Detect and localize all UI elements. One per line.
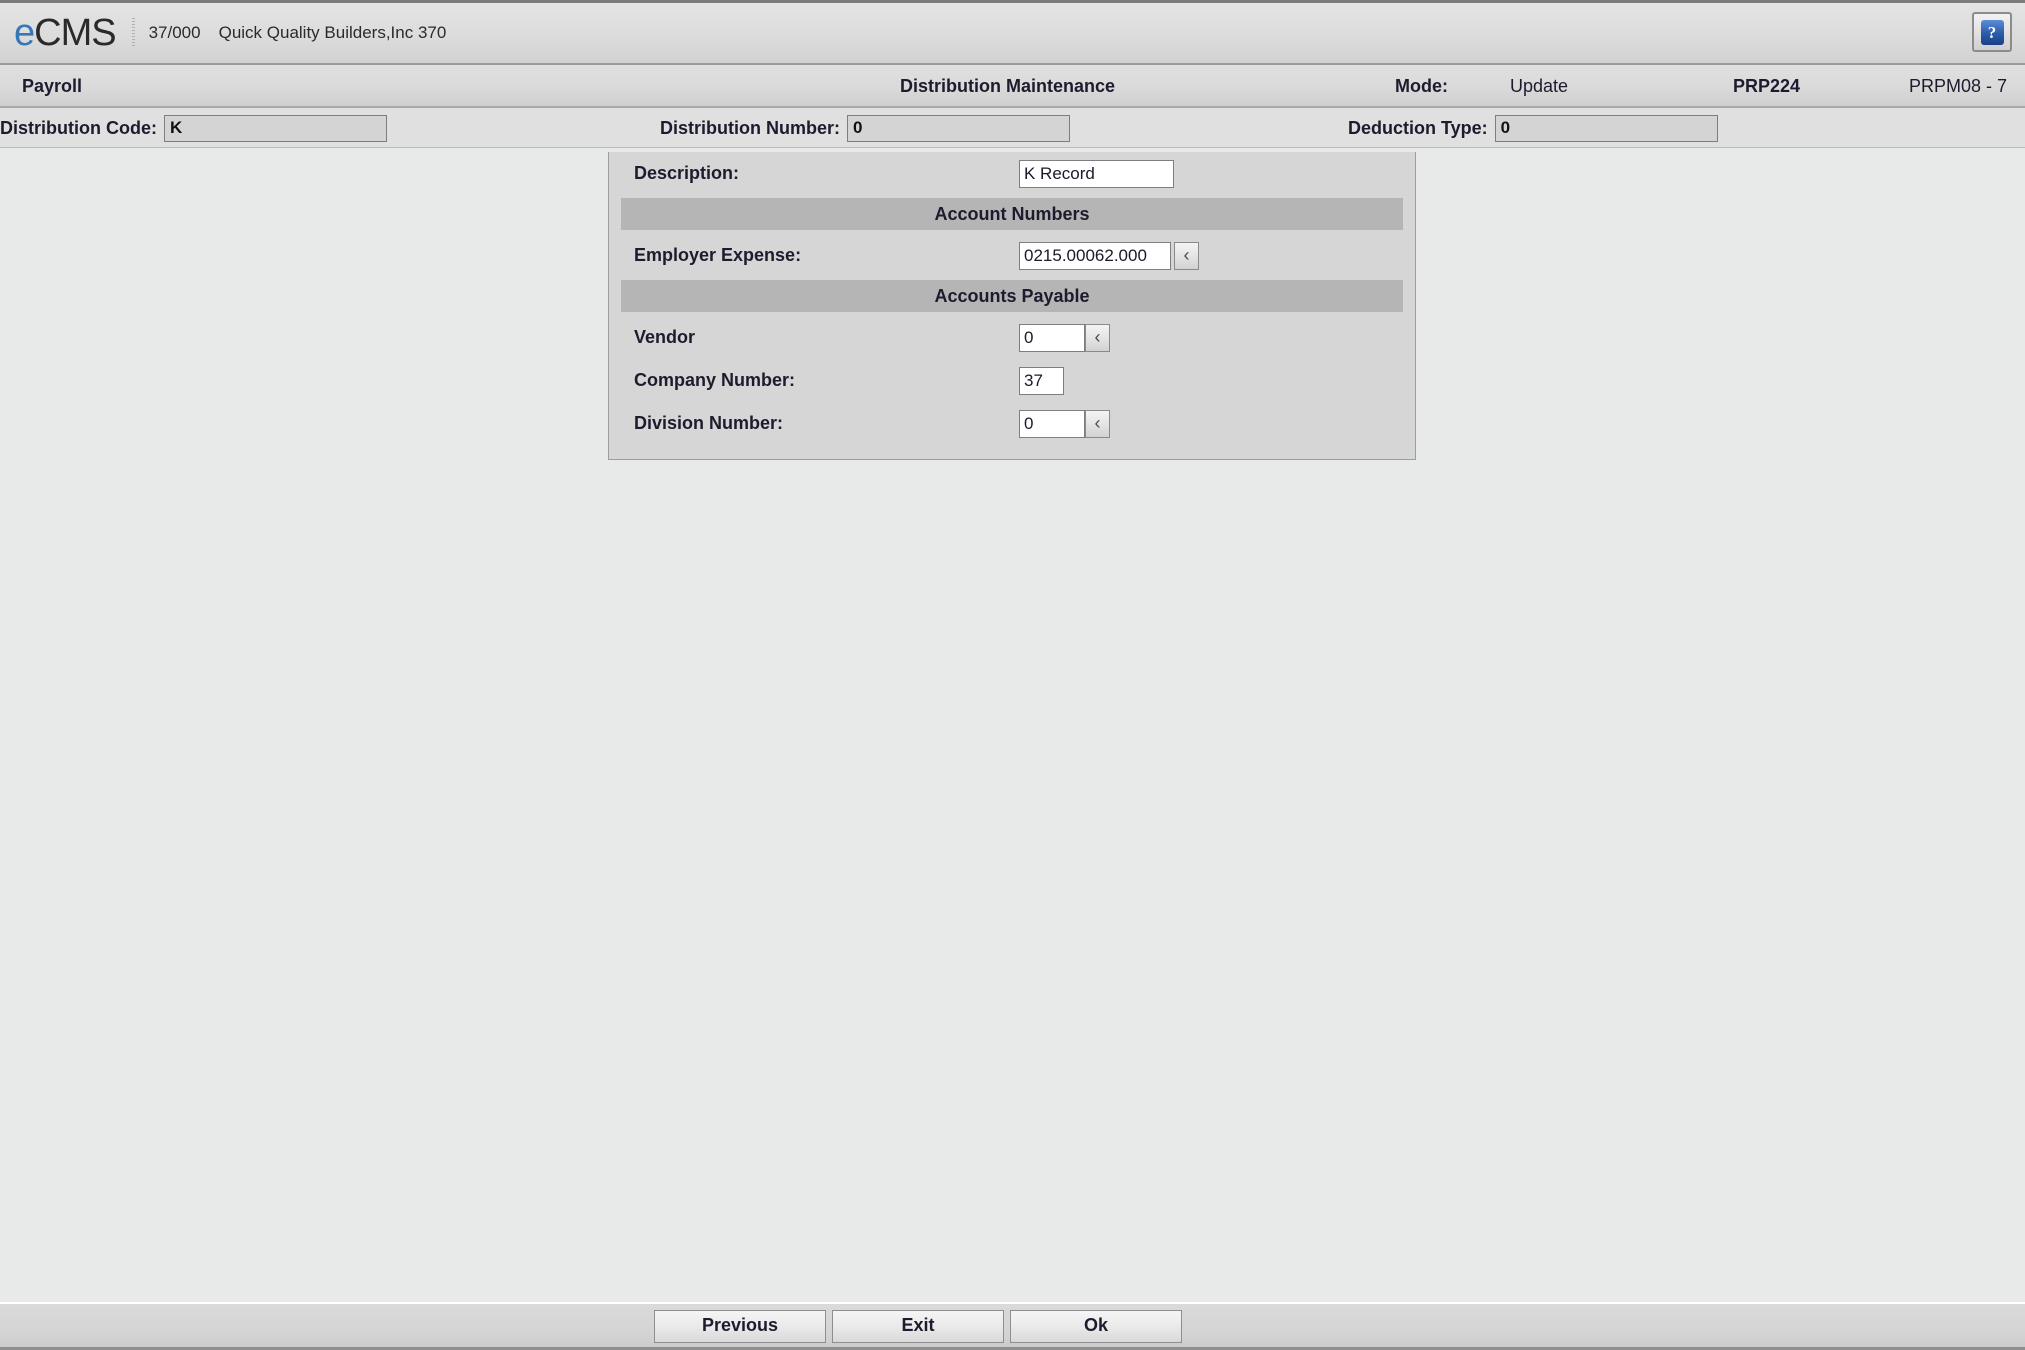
division-number-input[interactable] [1019,409,1085,438]
footer-button-group: Previous Exit Ok [654,1310,1182,1343]
distribution-code-field: Distribution Code: [0,108,387,148]
vendor-label: Vendor [634,327,696,347]
app-header: eCMS 37/000 Quick Quality Builders,Inc 3… [0,3,2025,65]
division-number-lookup-icon[interactable]: ‹ [1085,409,1110,438]
employer-expense-field: ‹ [1019,241,1199,270]
distribution-number-input[interactable] [847,114,1070,142]
deduction-type-input[interactable] [1494,114,1718,142]
description-input[interactable] [1019,159,1174,188]
company-number-label: Company Number: [634,370,796,390]
main-content: Description: Account Numbers Employer Ex… [0,148,2025,1300]
exit-button[interactable]: Exit [832,1310,1004,1343]
footer-bar: Previous Exit Ok [0,1302,2025,1350]
description-label: Description: [634,163,740,183]
distribution-number-field: Distribution Number: [660,108,1070,148]
employer-expense-label: Employer Expense: [634,245,802,265]
division-number-field: ‹ [1019,409,1110,438]
company-name: Quick Quality Builders,Inc 370 [218,23,447,42]
header-divider [131,18,135,48]
vendor-input[interactable] [1019,323,1085,352]
employer-expense-row: Employer Expense: ‹ [609,234,1415,277]
mode-value: Update [1510,76,1569,96]
vendor-field: ‹ [1019,323,1110,352]
vendor-lookup-icon[interactable]: ‹ [1085,323,1110,352]
ecms-logo: eCMS [14,12,117,54]
section-header-account-numbers: Account Numbers [621,198,1403,230]
module-name: Payroll [22,76,83,96]
deduction-type-field: Deduction Type: [1348,108,1718,148]
company-number-input[interactable] [1019,366,1064,395]
key-fields-bar: Distribution Code: Distribution Number: … [0,108,2025,148]
deduction-type-label: Deduction Type: [1348,117,1488,138]
question-mark-icon: ? [1980,19,2004,45]
mode-label: Mode: [1395,76,1448,96]
screen-id: PRPM08 - 7 [1908,76,2007,96]
module-bar: Payroll Distribution Maintenance Mode: U… [0,65,2025,108]
distribution-number-label: Distribution Number: [660,117,840,138]
division-number-row: Division Number: ‹ [609,402,1415,445]
application-window: eCMS 37/000 Quick Quality Builders,Inc 3… [0,0,2025,1350]
company-number-row: Company Number: [609,359,1415,402]
distribution-code-input[interactable] [163,114,387,142]
distribution-form-panel: Description: Account Numbers Employer Ex… [608,152,1416,460]
logo-prefix: e [14,12,35,54]
employer-expense-lookup-icon[interactable]: ‹ [1174,241,1199,270]
description-field [1019,159,1174,188]
help-button[interactable]: ? [1972,12,2012,52]
company-number-field [1019,366,1064,395]
ok-button[interactable]: Ok [1010,1310,1182,1343]
vendor-row: Vendor ‹ [609,316,1415,359]
section-header-accounts-payable: Accounts Payable [621,280,1403,312]
program-id: PRP224 [1733,76,1801,96]
employer-expense-input[interactable] [1019,241,1171,270]
page-title: Distribution Maintenance [900,76,1116,96]
description-row: Description: [609,152,1415,195]
company-id: 37/000 [148,23,201,42]
division-number-label: Division Number: [634,413,784,433]
distribution-code-label: Distribution Code: [0,117,157,138]
logo-rest: CMS [34,12,116,54]
previous-button[interactable]: Previous [654,1310,826,1343]
